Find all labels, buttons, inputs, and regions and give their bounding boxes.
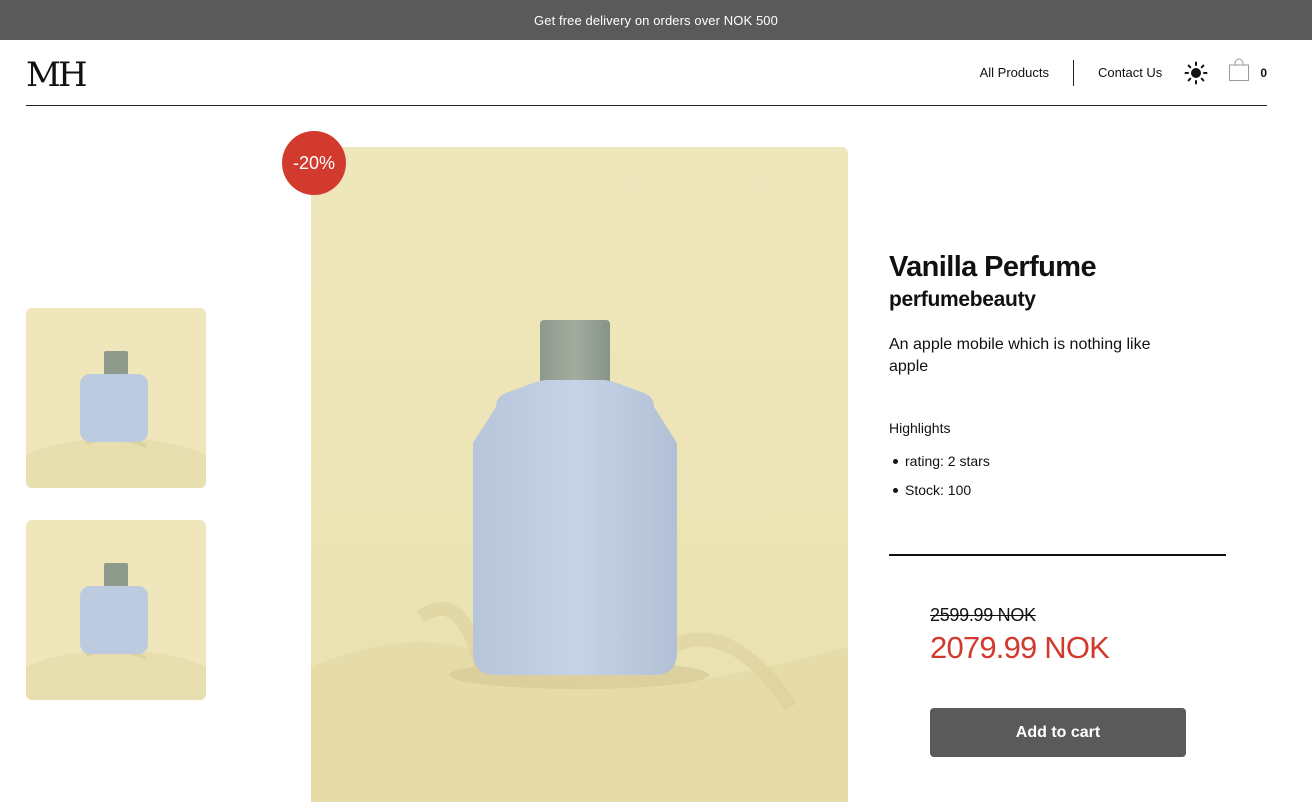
product-info: Vanilla Perfume perfumebeauty An apple m… — [889, 250, 1229, 510]
highlight-stock: Stock: 100 — [905, 482, 972, 498]
highlights-heading: Highlights — [889, 420, 951, 436]
highlight-rating: rating: 2 stars — [905, 453, 990, 469]
divider — [889, 554, 1226, 556]
main-nav: All Products Contact Us 0 — [980, 40, 1267, 105]
site-header: MH All Products Contact Us 0 — [26, 40, 1267, 106]
bullet-icon — [893, 458, 898, 464]
cart-button[interactable]: 0 — [1228, 58, 1267, 87]
site-logo[interactable]: MH — [26, 54, 87, 92]
product-thumbnail-2[interactable] — [26, 520, 206, 700]
highlights-list: rating: 2 stars Stock: 100 — [889, 452, 1229, 499]
sale-price: 2079.99 NOK — [930, 630, 1110, 665]
discount-badge: -20% — [282, 131, 346, 195]
product-brand: perfumebeauty — [889, 288, 1036, 311]
product-description: An apple mobile which is nothing like ap… — [889, 336, 1151, 375]
nav-contact-us[interactable]: Contact Us — [1098, 65, 1162, 80]
highlight-item: Stock: 100 — [889, 481, 1229, 499]
product-thumbnail-1[interactable] — [26, 308, 206, 488]
nav-divider — [1073, 59, 1074, 86]
shopping-bag-icon — [1228, 58, 1250, 87]
promo-text: Get free delivery on orders over NOK 500 — [534, 12, 778, 28]
product-main-image — [311, 147, 848, 802]
sun-icon[interactable] — [1184, 61, 1208, 85]
promo-banner: Get free delivery on orders over NOK 500 — [0, 0, 1312, 40]
original-price: 2599.99 NOK — [930, 605, 1036, 625]
highlight-item: rating: 2 stars — [889, 452, 1229, 470]
product-title: Vanilla Perfume — [889, 251, 1097, 283]
cart-count: 0 — [1260, 65, 1267, 80]
add-to-cart-button[interactable]: Add to cart — [930, 708, 1186, 757]
nav-all-products[interactable]: All Products — [980, 65, 1049, 80]
bullet-icon — [893, 487, 898, 493]
